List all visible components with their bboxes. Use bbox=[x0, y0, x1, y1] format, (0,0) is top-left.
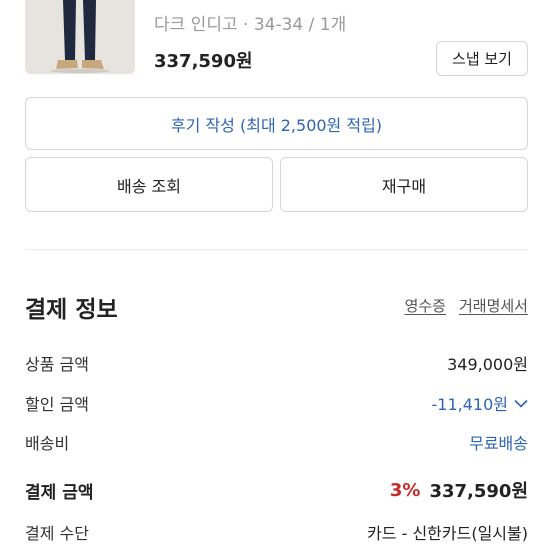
shipping-fee-value: 무료배송 bbox=[469, 434, 528, 453]
statement-link[interactable]: 거래명세서 bbox=[459, 295, 528, 316]
payment-method-value: 카드 - 신한카드(일시불) bbox=[367, 524, 528, 543]
receipt-link[interactable]: 영수증 bbox=[405, 295, 446, 316]
product-amount-value: 349,000원 bbox=[447, 355, 528, 374]
document-links: 영수증 거래명세서 bbox=[405, 295, 528, 316]
write-review-button[interactable]: 후기 작성 (최대 2,500원 적립) bbox=[25, 97, 528, 150]
section-divider bbox=[25, 249, 528, 250]
track-delivery-button[interactable]: 배송 조회 bbox=[25, 157, 273, 212]
product-price: 337,590원 bbox=[154, 51, 253, 72]
payment-info-title: 결제 정보 bbox=[25, 297, 118, 323]
product-option: 다크 인디고 · 34-34 / 1개 bbox=[154, 15, 347, 35]
jeans-image bbox=[25, 0, 135, 74]
chevron-down-icon bbox=[514, 399, 528, 408]
discount-amount-label: 할인 금액 bbox=[25, 395, 89, 414]
discount-amount-row: 할인 금액 -11,410원 bbox=[25, 389, 528, 417]
total-amount-value-group: 3% 337,590원 bbox=[390, 477, 528, 503]
total-amount-label: 결제 금액 bbox=[25, 482, 94, 503]
discount-amount-value: -11,410원 bbox=[431, 395, 508, 414]
shipping-fee-row: 배송비 무료배송 bbox=[25, 428, 528, 456]
product-thumbnail[interactable] bbox=[25, 0, 135, 74]
payment-method-label: 결제 수단 bbox=[25, 524, 89, 543]
total-amount-row: 결제 금액 3% 337,590원 bbox=[25, 476, 528, 504]
total-amount-value: 337,590원 bbox=[429, 481, 528, 502]
payment-method-row: 결제 수단 카드 - 신한카드(일시불) bbox=[25, 518, 528, 546]
reorder-button[interactable]: 재구매 bbox=[280, 157, 528, 212]
product-amount-label: 상품 금액 bbox=[25, 355, 89, 374]
product-amount-row: 상품 금액 349,000원 bbox=[25, 349, 528, 377]
shipping-fee-label: 배송비 bbox=[25, 434, 70, 453]
snap-view-button[interactable]: 스냅 보기 bbox=[436, 41, 528, 76]
discount-amount-toggle[interactable]: -11,410원 bbox=[432, 391, 528, 415]
discount-rate: 3% bbox=[389, 479, 421, 501]
